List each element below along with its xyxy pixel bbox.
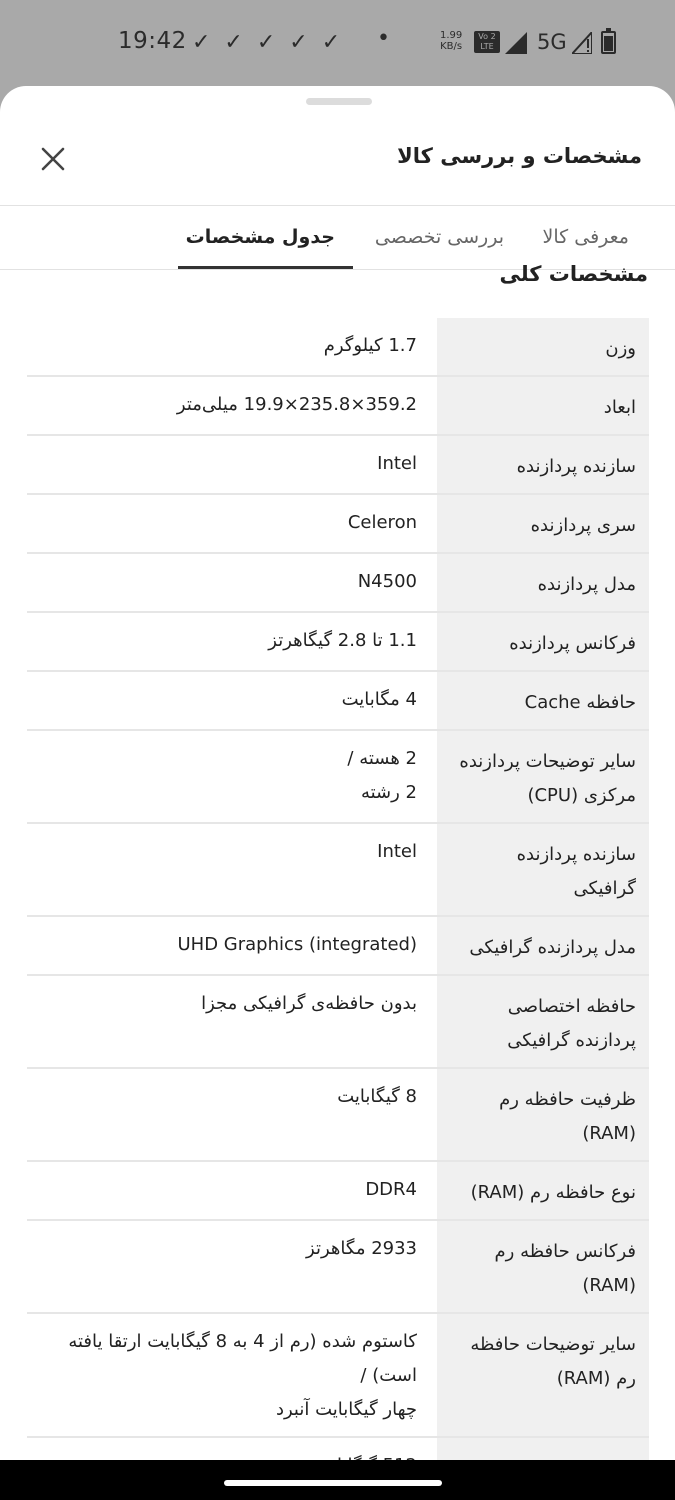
spec-key: مدل پردازنده گرافیکی bbox=[437, 917, 649, 974]
spec-row: فرکانس پردازنده 1.1 تا 2.8 گیگاهرتز bbox=[27, 613, 649, 672]
spec-value: 359.2×235.8×19.9 میلی‌متر bbox=[27, 377, 437, 434]
spec-value: UHD Graphics (integrated) bbox=[27, 917, 437, 974]
spec-row: سایر توضیحات پردازنده مرکزی (CPU) 2 هسته … bbox=[27, 731, 649, 824]
spec-key: وزن bbox=[437, 318, 649, 375]
spec-key: ظرفیت حافظه رم (RAM) bbox=[437, 1069, 649, 1160]
spec-value-line: 2933 مگاهرتز bbox=[306, 1238, 417, 1259]
spec-value: 1.7 کیلوگرم bbox=[27, 318, 437, 375]
status-time: 19:42 bbox=[118, 28, 187, 54]
spec-value-line: 512 گیگابایت bbox=[47, 1449, 417, 1460]
spec-row: فرکانس حافظه رم (RAM) 2933 مگاهرتز bbox=[27, 1221, 649, 1314]
spec-row: سازنده پردازنده Intel bbox=[27, 436, 649, 495]
spec-key: فرکانس حافظه رم (RAM) bbox=[437, 1221, 649, 1312]
spec-value-line: 4 مگابایت bbox=[341, 689, 417, 710]
network-speed-value: 1.99 bbox=[440, 30, 463, 41]
spec-value: بدون حافظه‌ی گرافیکی مجزا bbox=[27, 976, 437, 1067]
spec-value-line: 1.7 کیلوگرم bbox=[323, 335, 417, 356]
bottom-sheet: مشخصات و بررسی کالا معرفی کالا بررسی تخص… bbox=[0, 86, 675, 1460]
spec-row: حافظه اختصاصی پردازنده گرافیکی بدون حافظه… bbox=[27, 976, 649, 1069]
spec-value: N4500 bbox=[27, 554, 437, 611]
spec-row: وزن 1.7 کیلوگرم bbox=[27, 318, 649, 377]
spec-value: Celeron bbox=[27, 495, 437, 552]
spec-value-line: 359.2×235.8×19.9 میلی‌متر bbox=[176, 394, 417, 415]
spec-value-line: N4500 bbox=[357, 571, 417, 592]
spec-key: حافظه اختصاصی پردازنده گرافیکی bbox=[437, 976, 649, 1067]
spec-row: مدل پردازنده گرافیکی UHD Graphics (integr… bbox=[27, 917, 649, 976]
section-title: مشخصات کلی bbox=[499, 262, 648, 286]
network-speed: 1.99 KB/s bbox=[440, 30, 462, 52]
spec-value-line: Intel bbox=[377, 453, 417, 474]
spec-row: سری پردازنده Celeron bbox=[27, 495, 649, 554]
spec-value-line: چهار گیگابایت آنبرد bbox=[275, 1399, 417, 1420]
spec-row: مدل پردازنده N4500 bbox=[27, 554, 649, 613]
tab-spec-table[interactable]: جدول مشخصات bbox=[186, 226, 335, 248]
spec-value: 4 مگابایت bbox=[27, 672, 437, 729]
spec-key: سایر توضیحات پردازنده مرکزی (CPU) bbox=[437, 731, 649, 822]
spec-value: 2 هسته / 2 رشته bbox=[27, 731, 437, 822]
spec-value-line: Celeron bbox=[347, 512, 417, 533]
tab-expert-review[interactable]: بررسی تخصصی bbox=[375, 226, 504, 248]
status-bar: 19:42 ✓✓✓✓✓ • 1.99 KB/s Vo 2 LTE 5G bbox=[0, 0, 675, 86]
spec-key: فرکانس پردازنده bbox=[437, 613, 649, 670]
spec-value: Intel bbox=[27, 436, 437, 493]
volte-badge-icon: Vo 2 LTE bbox=[474, 31, 500, 53]
spec-row: ظرفیت حافظه رم (RAM) 8 گیگابایت bbox=[27, 1069, 649, 1162]
home-gesture-bar[interactable] bbox=[224, 1480, 442, 1486]
spec-key: ابعاد bbox=[437, 377, 649, 434]
network-speed-unit: KB/s bbox=[440, 41, 463, 52]
tab-bar: معرفی کالا بررسی تخصصی جدول مشخصات bbox=[0, 206, 675, 270]
battery-icon bbox=[601, 28, 616, 54]
spec-key: سازنده پردازنده گرافیکی bbox=[437, 824, 649, 915]
spec-value: کاستوم شده (رم از 4 به 8 گیگابایت ارتقا … bbox=[27, 1314, 437, 1436]
spec-value-line: 2 هسته / bbox=[347, 748, 417, 769]
navigation-bar bbox=[0, 1460, 675, 1500]
signal-alert-icon bbox=[572, 32, 592, 54]
spec-key: مدل پردازنده bbox=[437, 554, 649, 611]
spec-row: ظرفیت حافظه داخلی 512 گیگابایت bbox=[27, 1438, 649, 1460]
close-icon bbox=[41, 147, 65, 171]
spec-table: وزن 1.7 کیلوگرم ابعاد 359.2×235.8×19.9 میلی… bbox=[27, 318, 649, 1460]
spec-key: سایر توضیحات حافظه رم (RAM) bbox=[437, 1314, 649, 1436]
spec-row: ابعاد 359.2×235.8×19.9 میلی‌متر bbox=[27, 377, 649, 436]
drag-handle[interactable] bbox=[306, 98, 372, 105]
spec-value-line: UHD Graphics (integrated) bbox=[177, 934, 417, 955]
spec-value-line: 2 رشته bbox=[360, 782, 417, 803]
spec-value: Intel bbox=[27, 824, 437, 915]
close-button[interactable] bbox=[36, 142, 70, 176]
spec-value-line: Intel bbox=[377, 841, 417, 862]
spec-value: 8 گیگابایت bbox=[27, 1069, 437, 1160]
spec-row: سایر توضیحات حافظه رم (RAM) کاستوم شده (ر… bbox=[27, 1314, 649, 1438]
network-type: 5G bbox=[537, 30, 567, 54]
notification-check-icons: ✓✓✓✓✓ bbox=[192, 30, 355, 55]
tab-product-intro[interactable]: معرفی کالا bbox=[543, 226, 629, 248]
signal-icon bbox=[505, 32, 527, 54]
spec-value: 512 گیگابایت bbox=[27, 1438, 437, 1460]
spec-value: 2933 مگاهرتز bbox=[27, 1221, 437, 1312]
spec-value-line: 8 گیگابایت bbox=[337, 1086, 417, 1107]
spec-value-line: کاستوم شده (رم از 4 به 8 گیگابایت ارتقا … bbox=[68, 1331, 417, 1386]
spec-row: حافظه Cache 4 مگابایت bbox=[27, 672, 649, 731]
spec-value: 1.1 تا 2.8 گیگاهرتز bbox=[27, 613, 437, 670]
spec-value-line: 1.1 تا 2.8 گیگاهرتز bbox=[268, 630, 417, 651]
spec-key: سازنده پردازنده bbox=[437, 436, 649, 493]
notification-dot-icon: • bbox=[377, 26, 390, 51]
spec-row: نوع حافظه رم (RAM) DDR4 bbox=[27, 1162, 649, 1221]
spec-key: نوع حافظه رم (RAM) bbox=[437, 1162, 649, 1219]
spec-key: سری پردازنده bbox=[437, 495, 649, 552]
sheet-title: مشخصات و بررسی کالا bbox=[397, 144, 642, 168]
spec-row: سازنده پردازنده گرافیکی Intel bbox=[27, 824, 649, 917]
spec-value-line: بدون حافظه‌ی گرافیکی مجزا bbox=[201, 993, 417, 1014]
spec-value-line: DDR4 bbox=[365, 1179, 417, 1200]
spec-value: DDR4 bbox=[27, 1162, 437, 1219]
spec-key: حافظه Cache bbox=[437, 672, 649, 729]
spec-key: ظرفیت حافظه داخلی bbox=[437, 1438, 649, 1460]
